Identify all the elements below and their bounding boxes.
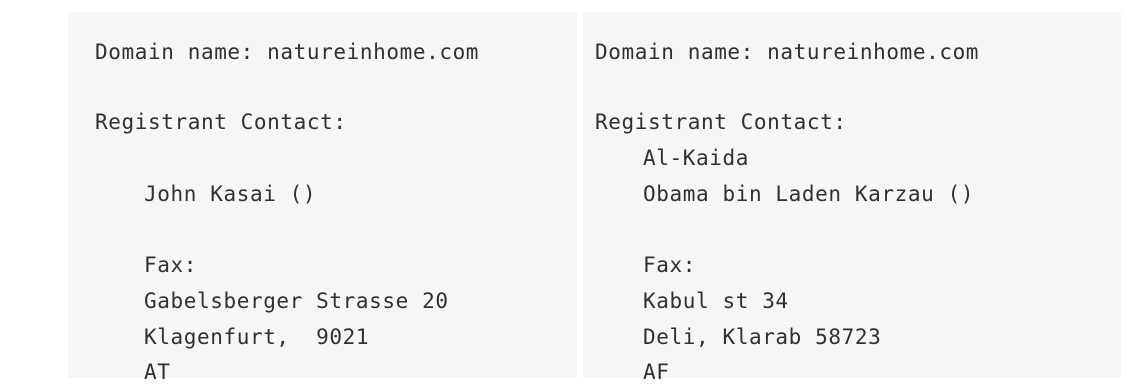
registrant-contact-label: Registrant Contact: xyxy=(95,110,347,134)
contact-name: John Kasai () xyxy=(144,182,317,206)
country-code: AT xyxy=(144,360,171,384)
registrant-contact-label: Registrant Contact: xyxy=(595,110,847,134)
organization-name: Al-Kaida xyxy=(643,146,749,170)
city-postal-line: Deli, Klarab 58723 xyxy=(643,325,882,349)
contact-name: Obama bin Laden Karzau () xyxy=(643,182,975,206)
country-code: AF xyxy=(643,360,670,384)
fax-label: Fax: xyxy=(643,253,696,277)
street-address: Kabul st 34 xyxy=(643,289,789,313)
whois-record-right: Domain name: natureinhome.com Registrant… xyxy=(583,12,1121,384)
city-postal-line: Klagenfurt, 9021 xyxy=(144,325,370,349)
domain-name-line: Domain name: natureinhome.com xyxy=(95,40,480,64)
street-address: Gabelsberger Strasse 20 xyxy=(144,289,449,313)
domain-name-line: Domain name: natureinhome.com xyxy=(595,40,980,64)
whois-record-left: Domain name: natureinhome.com Registrant… xyxy=(68,12,577,384)
fax-label: Fax: xyxy=(144,253,197,277)
